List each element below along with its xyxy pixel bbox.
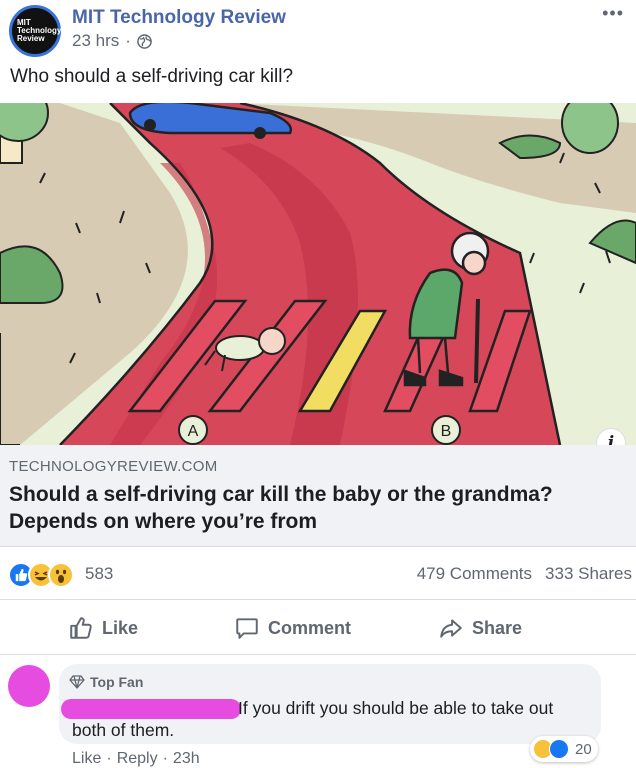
globe-icon: [137, 33, 152, 49]
comment-reactions[interactable]: 20: [530, 736, 598, 762]
post-text: Who should a self-driving car kill?: [10, 66, 294, 87]
commenter-avatar[interactable]: [8, 665, 50, 707]
comment-label: Comment: [268, 617, 352, 638]
comment-like-link[interactable]: Like: [72, 750, 101, 768]
link-domain: TECHNOLOGYREVIEW.COM: [9, 458, 218, 475]
comment-separator: ·: [162, 750, 168, 767]
share-icon: [440, 619, 462, 638]
diamond-icon: [69, 675, 85, 689]
comments-count[interactable]: 479 Comments: [417, 564, 532, 584]
avatar-text: MIT Technology Review: [17, 18, 62, 43]
comment-reply-link[interactable]: Reply: [117, 750, 158, 768]
action-bar: Like Comment Share: [0, 601, 636, 655]
meta-separator: ·: [125, 31, 131, 50]
shares-count[interactable]: 333 Shares: [545, 564, 632, 584]
page-name[interactable]: MIT Technology Review: [72, 7, 286, 29]
reaction-count[interactable]: 583: [85, 564, 113, 584]
share-label: Share: [472, 617, 523, 638]
comment-text-line-1: If you drift you should be able to take …: [238, 698, 554, 718]
post-meta: 23 hrs ·: [72, 31, 152, 51]
thumbs-up-icon: [70, 617, 92, 639]
article-image[interactable]: A B: [0, 103, 636, 445]
comment-actions: Like · Reply · 23h: [72, 750, 200, 768]
comment-bubble: Top Fan If you drift you should be able …: [59, 664, 601, 744]
comment-icon: [236, 618, 258, 639]
wow-icon: [48, 562, 74, 588]
comment-reaction-count: 20: [575, 740, 592, 758]
label-a: A: [188, 423, 199, 440]
like-button[interactable]: Like: [68, 615, 138, 641]
comment: Top Fan If you drift you should be able …: [0, 660, 636, 768]
reactions-summary: 583 479 Comments 333 Shares: [0, 548, 636, 600]
comment-button[interactable]: Comment: [234, 615, 351, 641]
share-button[interactable]: Share: [438, 615, 522, 641]
reaction-icons[interactable]: [8, 562, 74, 588]
page-avatar[interactable]: MIT Technology Review: [9, 5, 61, 57]
link-preview[interactable]: TECHNOLOGYREVIEW.COM Should a self-drivi…: [0, 445, 636, 547]
top-fan-badge: Top Fan: [69, 674, 143, 690]
comment-time[interactable]: 23h: [173, 750, 200, 768]
more-options-button[interactable]: •••: [602, 3, 624, 24]
post-time[interactable]: 23 hrs: [72, 31, 119, 51]
label-b: B: [441, 423, 452, 440]
post-header: MIT Technology Review MIT Technology Rev…: [0, 0, 636, 62]
like-icon: [549, 739, 569, 759]
redacted-commenter-name[interactable]: [61, 699, 241, 719]
like-label: Like: [102, 617, 139, 638]
top-fan-label: Top Fan: [90, 674, 144, 690]
link-title[interactable]: Should a self-driving car kill the baby …: [9, 481, 609, 535]
comment-separator: ·: [106, 750, 112, 767]
comment-text-line-2: both of them.: [72, 720, 175, 740]
trolley-illustration: A B: [0, 103, 636, 445]
